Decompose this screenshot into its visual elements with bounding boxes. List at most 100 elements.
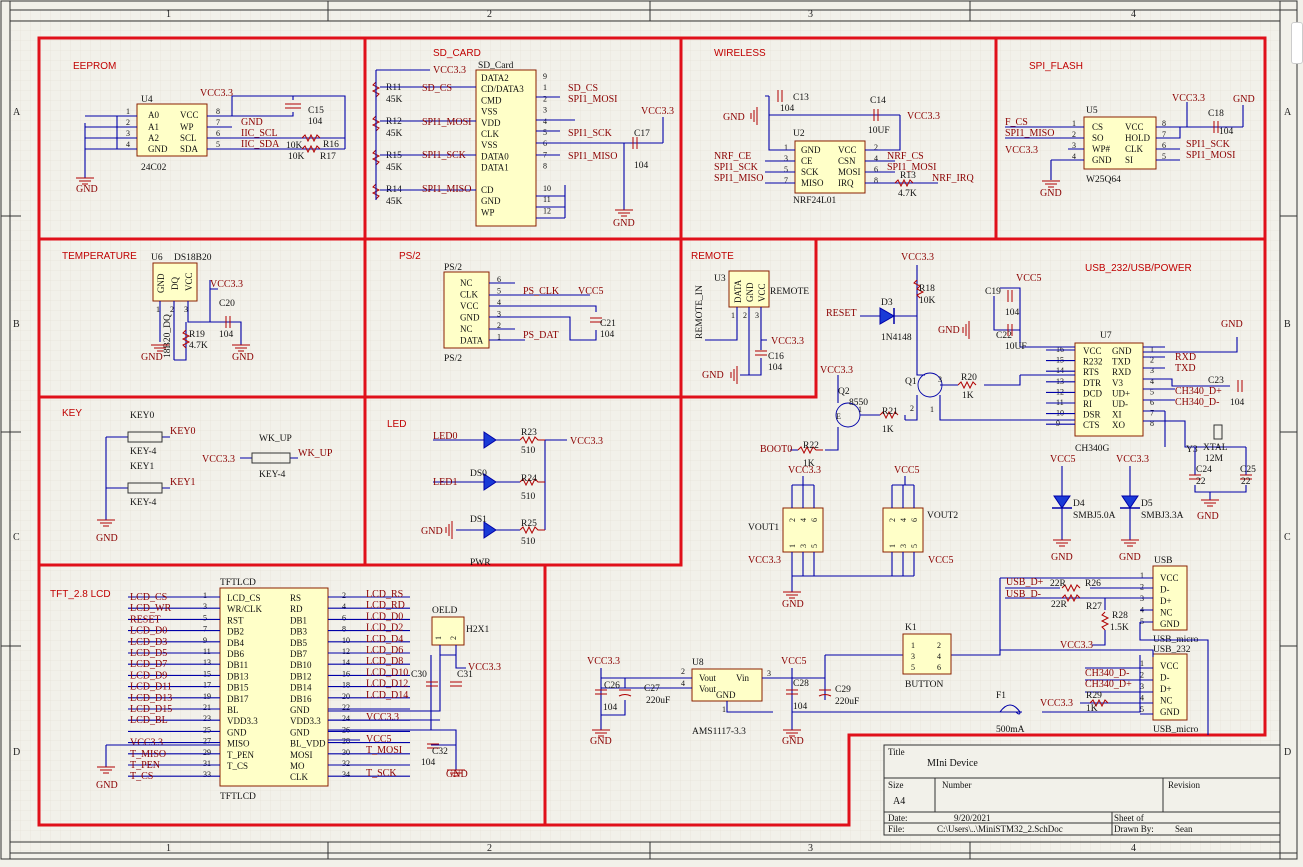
tft-left-pin-10: BL xyxy=(227,705,239,715)
tft-left-num-3: 7 xyxy=(203,625,207,634)
tft-right-num-4: 10 xyxy=(342,636,350,645)
usb_micro-pin-2: D+ xyxy=(1160,596,1172,606)
ps2-data-net: PS_DAT xyxy=(523,330,559,341)
usb-d3-val: 1N4148 xyxy=(881,333,912,343)
tft-gnd-net: GND xyxy=(96,780,118,791)
ps2-pin-5: DATA xyxy=(460,336,484,346)
tft-left-pin-1: WR/CLK xyxy=(227,604,262,614)
u8-num-3: 3 xyxy=(767,669,771,678)
zone-col-3: 3 xyxy=(808,9,813,20)
flash-right-pin-2: CLK xyxy=(1125,144,1144,154)
k1-num-6: 6 xyxy=(937,663,941,672)
sdcard-mosi-left-net: SPI1_MOSI xyxy=(422,117,471,128)
q1-pin-2: 2 xyxy=(910,404,914,413)
tft-right-net-10: VCC3.3 xyxy=(366,712,399,723)
sdcard-miso-left-net: SPI1_MISO xyxy=(422,184,471,195)
u8-gnd-net: GND xyxy=(590,736,612,747)
vout2-ref: VOUT2 xyxy=(927,511,958,521)
wireless-r13-ref: R13 xyxy=(900,171,916,181)
d5-vcc-net: VCC3.3 xyxy=(1116,454,1149,465)
flash-right-pin-0: VCC xyxy=(1125,122,1144,132)
tft-left-net-3: LCD_D0 xyxy=(130,626,167,637)
spiflash-sck-net: SPI1_SCK xyxy=(1186,139,1231,150)
usb-d3-ref: D3 xyxy=(881,298,893,308)
spiflash-wp-vcc-net: VCC3.3 xyxy=(1005,145,1038,156)
sdcard-num-4: 4 xyxy=(543,117,547,126)
q2-vcc-net: VCC3.3 xyxy=(820,365,853,376)
d5-val: SMBJ3.3A xyxy=(1141,511,1184,521)
usb_232-pin-0: VCC xyxy=(1160,661,1179,671)
vout2-pin-3: 1 xyxy=(888,544,897,548)
usb_micro-num-0: 1 xyxy=(1140,571,1144,580)
ds18b20-gnd2-net: GND xyxy=(232,352,254,363)
tft-right-pin-6: DB10 xyxy=(290,660,312,670)
tft-ref-bottom: TFTLCD xyxy=(220,792,256,802)
tft-left-num-2: 5 xyxy=(203,613,207,622)
vout1-pin-2: 6 xyxy=(810,518,819,522)
nrf-left-pin-1: CE xyxy=(801,156,813,166)
usb-c29-ref: C29 xyxy=(835,685,851,695)
wkup-vcc-net: VCC3.3 xyxy=(202,454,235,465)
wireless-cs-net: NRF_CS xyxy=(887,151,924,162)
tft-right-net-9: LCD_D14 xyxy=(366,690,408,701)
tft-right-pin-5: DB7 xyxy=(290,649,308,659)
tft-right-pin-4: DB5 xyxy=(290,638,308,648)
eeprom-r17-val: 10K xyxy=(288,152,305,162)
remote-pin-data: DATA xyxy=(733,279,743,303)
ps2-ref: PS/2 xyxy=(444,263,462,273)
scrollbar-thumb[interactable] xyxy=(1291,22,1303,64)
zone-row-d: D xyxy=(13,747,20,758)
tft-c31-ref: C31 xyxy=(457,670,473,680)
remote-num-1: 1 xyxy=(731,311,735,320)
tft-right-pin-9: DB16 xyxy=(290,694,312,704)
ds18b20-c20-val: 104 xyxy=(219,330,234,340)
tft-left-net-11: LCD_BL xyxy=(130,715,168,726)
nrf-left-num-0: 1 xyxy=(784,143,788,152)
r23-ref: R23 xyxy=(521,428,537,438)
oeld-pin-2: 2 xyxy=(449,636,458,640)
tft-gnd2-net: GND xyxy=(446,769,468,780)
q1-ref: Q1 xyxy=(905,377,917,387)
sd-res-ref-0: R11 xyxy=(386,83,402,93)
zone-col-2: 2 xyxy=(487,9,492,20)
ds18b20-num-2: 2 xyxy=(170,305,174,314)
ds18b20-gnd-net: GND xyxy=(141,352,163,363)
u8-pin-vin: Vin xyxy=(736,673,749,683)
tft-left-net-15: T_CS xyxy=(130,771,153,782)
k1-num-3: 3 xyxy=(911,652,915,661)
vout1-pin-1: 4 xyxy=(799,518,808,522)
ch340-dp-net: CH340_D+ xyxy=(1175,386,1222,397)
usb-boot-net: BOOT0 xyxy=(760,444,792,455)
r29-vcc-net: VCC3.3 xyxy=(1040,698,1073,709)
usb-r18-vcc-net: VCC3.3 xyxy=(901,252,934,263)
wireless-c13-val: 104 xyxy=(780,104,795,114)
k1-part: BUTTON xyxy=(905,680,943,690)
tft-right-num-3: 8 xyxy=(342,625,346,634)
usb_232-pin-4: GND xyxy=(1160,707,1180,717)
nrf-left-pin-3: MISO xyxy=(801,178,824,188)
eeprom-r17-ref: R17 xyxy=(320,152,336,162)
q2-ref: Q2 xyxy=(838,387,850,397)
ch340-dm-net: CH340_D- xyxy=(1175,397,1219,408)
q1-pin-1: 1 xyxy=(930,405,934,414)
y3-ref: Y3 xyxy=(1186,445,1198,455)
sdcard-miso-net: SPI1_MISO xyxy=(568,151,617,162)
vout1-top-net: VCC3.3 xyxy=(788,465,821,476)
spiflash-c18-val: 104 xyxy=(1219,127,1234,137)
flash-left-pin-1: SO xyxy=(1092,133,1104,143)
tft-right-num-5: 12 xyxy=(342,647,350,656)
tft-right-pin-7: DB12 xyxy=(290,671,312,681)
date-label: Date: xyxy=(888,813,908,823)
nrf-right-pin-1: CSN xyxy=(838,156,856,166)
usb-r29-ref: R29 xyxy=(1086,691,1102,701)
usb_micro-pin-0: VCC xyxy=(1160,573,1179,583)
eeprom-num-3: 3 xyxy=(126,129,130,138)
tft-left-num-9: 19 xyxy=(203,692,211,701)
sdcard-pin-1: CD/DATA3 xyxy=(481,84,524,94)
tft-right-num-6: 14 xyxy=(342,658,350,667)
zone-row-c-right: C xyxy=(1284,532,1291,543)
usb-r27-ref: R27 xyxy=(1086,602,1102,612)
tft-left-net-5: LCD_D5 xyxy=(130,648,167,659)
tft-left-net-14: T_PEN xyxy=(130,760,160,771)
tft-left-net-10: LCD_D15 xyxy=(130,704,172,715)
